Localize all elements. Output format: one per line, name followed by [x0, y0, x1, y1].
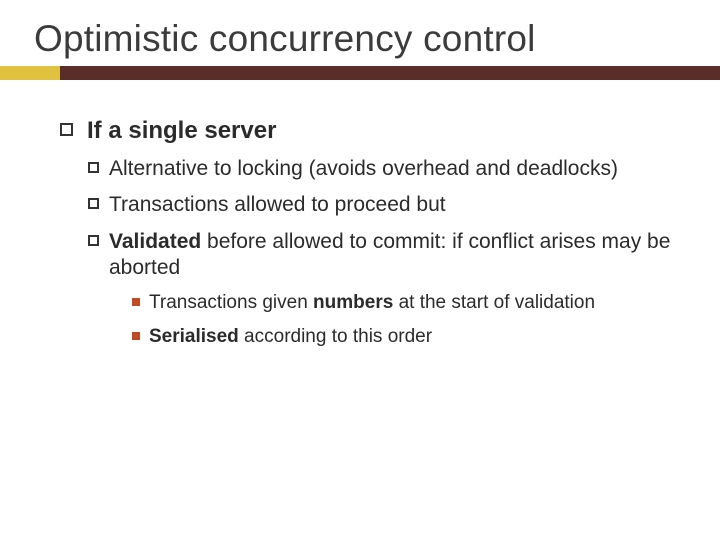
- underline-accent: [0, 66, 60, 80]
- open-square-icon: [88, 162, 99, 173]
- bullet-lvl2: Alternative to locking (avoids overhead …: [88, 156, 678, 182]
- slide: Optimistic concurrency control If a sing…: [0, 0, 720, 540]
- lvl1-text: If a single server: [87, 116, 276, 146]
- underline-main: [60, 66, 720, 80]
- open-square-icon: [88, 235, 99, 246]
- title-underline: [0, 66, 720, 80]
- slide-body: If a single server Alternative to lockin…: [0, 80, 720, 349]
- lvl2-text: Validated before allowed to commit: if c…: [109, 229, 678, 282]
- open-square-icon: [88, 198, 99, 209]
- lvl3-text: Transactions given numbers at the start …: [149, 291, 595, 315]
- open-square-icon: [60, 123, 73, 136]
- bullet-lvl2: Validated before allowed to commit: if c…: [88, 229, 678, 282]
- slide-title: Optimistic concurrency control: [0, 0, 720, 66]
- lvl3-text: Serialised according to this order: [149, 325, 432, 349]
- bullet-lvl1: If a single server: [60, 116, 678, 146]
- bullet-lvl3: Transactions given numbers at the start …: [132, 291, 678, 315]
- lvl2-text: Alternative to locking (avoids overhead …: [109, 156, 618, 182]
- filled-square-icon: [132, 298, 140, 306]
- bullet-lvl3: Serialised according to this order: [132, 325, 678, 349]
- lvl2-text: Transactions allowed to proceed but: [109, 192, 446, 218]
- filled-square-icon: [132, 332, 140, 340]
- bullet-lvl2: Transactions allowed to proceed but: [88, 192, 678, 218]
